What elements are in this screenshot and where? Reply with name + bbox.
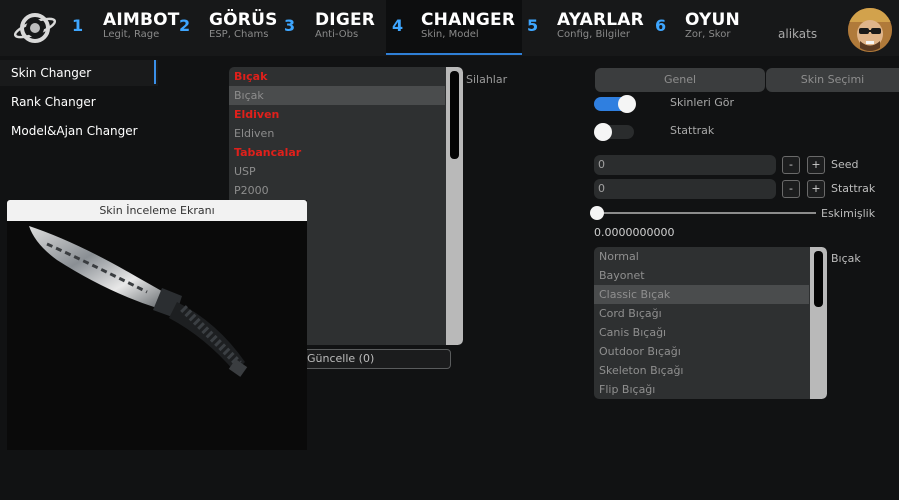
list-item[interactable]: Canis Bıçağı (594, 323, 827, 342)
knife-list[interactable]: Normal Bayonet Classic Bıçak Cord Bıçağı… (594, 247, 827, 399)
list-item[interactable]: Skeleton Bıçağı (594, 361, 827, 380)
tab-oyun[interactable]: 6 OYUN Zor, Skor (652, 0, 762, 54)
tab-title: CHANGER (421, 10, 516, 30)
stattrak-decrement-button[interactable]: - (782, 180, 800, 198)
list-item[interactable]: Eldiven (229, 105, 463, 124)
seed-increment-button[interactable]: + (807, 156, 825, 174)
list-item[interactable]: Bayonet (594, 266, 827, 285)
active-item-indicator (154, 60, 156, 84)
active-tab-indicator (386, 53, 522, 55)
knife-list-label: Bıçak (831, 252, 861, 265)
list-item[interactable]: USP (229, 162, 463, 181)
toggle-knob (594, 123, 612, 141)
planet-logo-icon (13, 13, 57, 43)
list-item[interactable]: Outdoor Bıçağı (594, 342, 827, 361)
wear-label: Eskimişlik (821, 207, 876, 220)
tab-title: GÖRÜS (209, 10, 278, 30)
scrollbar-thumb[interactable] (814, 251, 823, 307)
stattrak-input[interactable]: 0 (594, 179, 776, 199)
toggle-knob (618, 95, 636, 113)
show-skins-label: Skinleri Gör (670, 96, 735, 109)
tab-subtitle: Skin, Model (421, 29, 479, 40)
list-item[interactable]: Normal (594, 247, 827, 266)
sidebar-item-label: Skin Changer (11, 66, 92, 80)
knife-preview-icon (29, 226, 248, 377)
wear-slider-track[interactable] (596, 212, 816, 214)
tab-number: 3 (284, 16, 296, 35)
preview-title: Skin İnceleme Ekranı (7, 200, 307, 221)
tab-number: 1 (72, 16, 84, 35)
tab-subtitle: Zor, Skor (685, 29, 731, 40)
wear-value: 0.0000000000 (594, 226, 675, 239)
list-item[interactable]: Flip Bıçağı (594, 380, 827, 399)
list-item[interactable]: Classic Bıçak (594, 285, 809, 304)
update-button[interactable]: Güncelle (0) (303, 349, 451, 369)
seed-input[interactable]: 0 (594, 155, 776, 175)
sidebar-item-model-agent-changer[interactable]: Model&Ajan Changer (0, 118, 158, 144)
weapon-list-label: Silahlar (466, 73, 508, 86)
tab-number: 6 (655, 16, 667, 35)
tab-number: 2 (179, 16, 191, 35)
wear-slider-knob[interactable] (590, 206, 604, 220)
list-item[interactable]: Eldiven (229, 124, 463, 143)
tab-title: AYARLAR (557, 10, 644, 30)
tab-aimbot[interactable]: 1 AIMBOT Legit, Rage (66, 0, 180, 54)
tab-title: OYUN (685, 10, 740, 30)
list-item[interactable]: Bıçak (229, 86, 445, 105)
segment-general-button[interactable]: Genel (595, 68, 765, 92)
avatar-face-icon (848, 8, 892, 52)
skin-preview-window: Skin İnceleme Ekranı (7, 200, 307, 450)
stattrak-field-label: Stattrak (831, 182, 876, 195)
tab-subtitle: Legit, Rage (103, 29, 160, 40)
scrollbar[interactable] (810, 247, 827, 399)
show-skins-toggle[interactable] (594, 95, 636, 113)
list-item[interactable]: P2000 (229, 181, 463, 200)
list-item[interactable]: Bıçak (229, 67, 463, 86)
tab-changer[interactable]: 4 CHANGER Skin, Model (386, 0, 522, 55)
avatar[interactable] (848, 8, 892, 52)
list-item[interactable]: Tabancalar (229, 143, 463, 162)
sidebar: Skin Changer Rank Changer Model&Ajan Cha… (0, 60, 158, 147)
scrollbar[interactable] (446, 67, 463, 345)
tab-subtitle: Config, Bilgiler (557, 29, 631, 40)
tab-diger[interactable]: 3 DIGER Anti-Obs (282, 0, 386, 54)
sidebar-item-rank-changer[interactable]: Rank Changer (0, 89, 158, 115)
tab-ayarlar[interactable]: 5 AYARLAR Config, Bilgiler (522, 0, 652, 54)
seed-label: Seed (831, 158, 859, 171)
tab-subtitle: ESP, Chams (209, 29, 269, 40)
sidebar-item-label: Model&Ajan Changer (11, 124, 138, 138)
tab-gorus[interactable]: 2 GÖRÜS ESP, Chams (176, 0, 282, 54)
tab-title: AIMBOT (103, 10, 180, 30)
stattrak-toggle[interactable] (594, 123, 634, 141)
list-item[interactable]: Cord Bıçağı (594, 304, 827, 323)
app-window: 1 AIMBOT Legit, Rage 2 GÖRÜS ESP, Chams … (0, 0, 899, 500)
username: alikats (778, 27, 818, 41)
scrollbar-thumb[interactable] (450, 71, 459, 159)
top-bar: 1 AIMBOT Legit, Rage 2 GÖRÜS ESP, Chams … (0, 0, 899, 56)
sidebar-item-label: Rank Changer (11, 95, 96, 109)
stattrak-increment-button[interactable]: + (807, 180, 825, 198)
sidebar-item-skin-changer[interactable]: Skin Changer (0, 60, 158, 86)
tab-number: 4 (392, 16, 404, 35)
tab-title: DIGER (315, 10, 376, 30)
seed-decrement-button[interactable]: - (782, 156, 800, 174)
tab-subtitle: Anti-Obs (315, 29, 359, 40)
segment-skin-selection-button[interactable]: Skin Seçimi (766, 68, 899, 92)
stattrak-toggle-label: Stattrak (670, 124, 715, 137)
tab-number: 5 (527, 16, 539, 35)
